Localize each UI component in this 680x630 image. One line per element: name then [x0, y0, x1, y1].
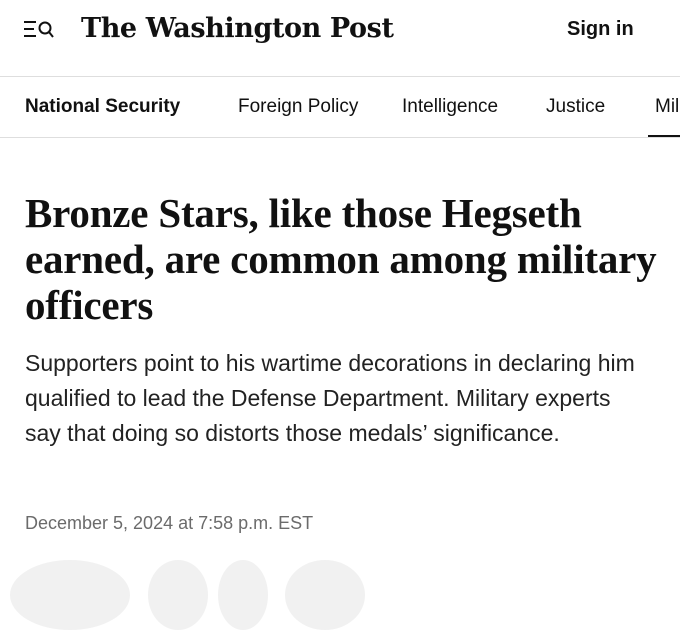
nav-item-military[interactable]: Mil [655, 95, 679, 119]
article-subheadline: Supporters point to his wartime decorati… [25, 350, 635, 446]
article-dateline: December 5, 2024 at 7:58 p.m. EST [25, 513, 314, 533]
section-nav: National Security Foreign Policy Intelli… [0, 77, 680, 137]
image-placeholder [285, 560, 365, 630]
menu-search-icon[interactable] [24, 20, 54, 40]
nav-item-national-security[interactable]: National Security [25, 95, 180, 119]
article-headline: Bronze Stars, like those Hegseth earned,… [25, 190, 657, 328]
image-placeholder [10, 560, 130, 630]
nav-divider [0, 137, 680, 138]
image-placeholder [148, 560, 208, 630]
nav-item-foreign-policy[interactable]: Foreign Policy [238, 95, 358, 119]
image-placeholder [218, 560, 268, 630]
sign-in-button[interactable]: Sign in [567, 16, 634, 42]
top-bar: The Washington Post Sign in [0, 0, 680, 76]
nav-item-justice[interactable]: Justice [546, 95, 605, 119]
nav-item-intelligence[interactable]: Intelligence [402, 95, 498, 119]
site-logo[interactable]: The Washington Post [81, 9, 394, 49]
